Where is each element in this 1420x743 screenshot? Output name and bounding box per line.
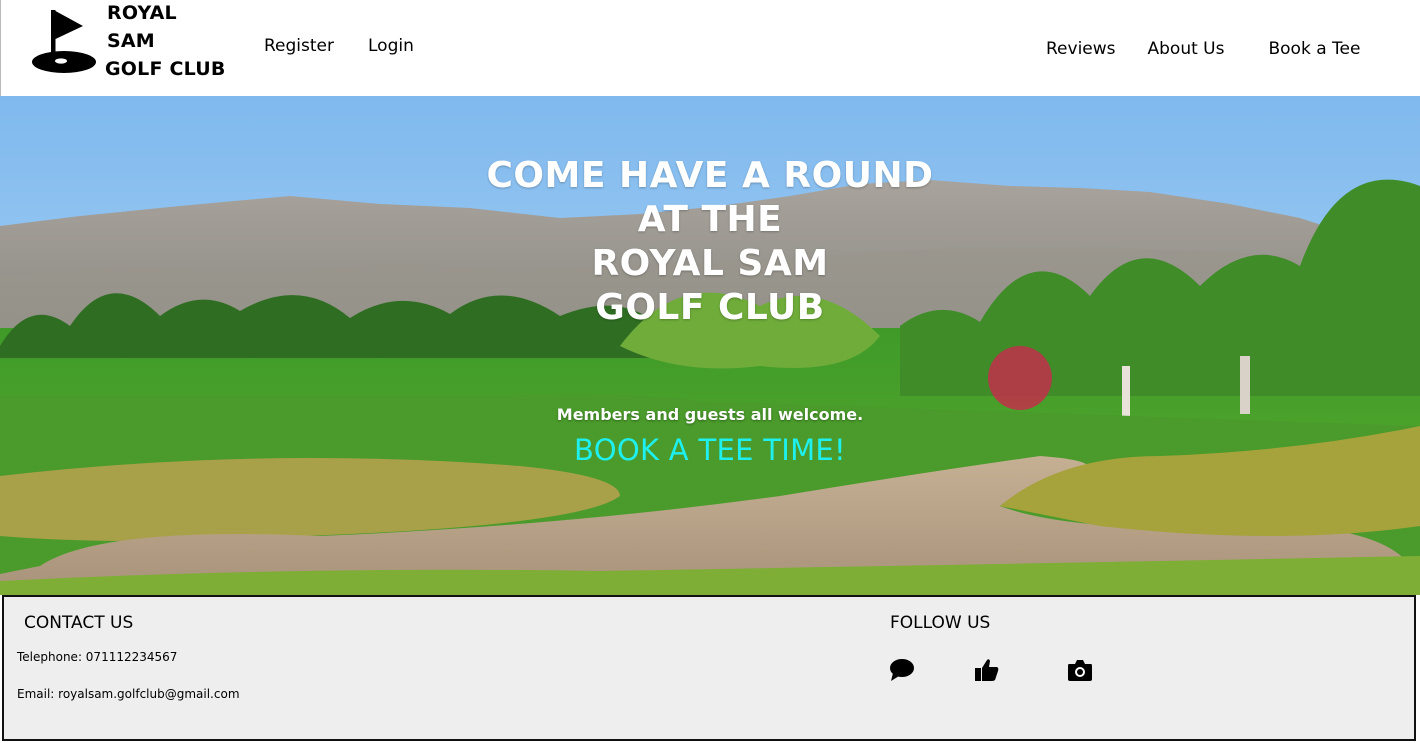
hero-title-line: ROYAL SAM bbox=[591, 243, 829, 284]
logo-line-1: ROYAL SAM bbox=[107, 2, 177, 52]
nav-book-tee-link[interactable]: Book a Tee bbox=[1268, 39, 1360, 59]
golf-flag-icon bbox=[32, 10, 96, 73]
hero-banner: COME HAVE A ROUND AT THE ROYAL SAM GOLF … bbox=[0, 96, 1420, 595]
book-tee-time-link[interactable]: BOOK A TEE TIME! bbox=[574, 433, 846, 467]
logo-text: ROYAL SAM GOLF CLUB bbox=[105, 0, 231, 83]
camera-icon[interactable] bbox=[1066, 657, 1094, 683]
nav-right: Reviews About Us Book a Tee bbox=[1046, 39, 1360, 59]
nav-login-link[interactable]: Login bbox=[368, 36, 414, 56]
contact-email: Email: royalsam.golfclub@gmail.com bbox=[17, 687, 240, 701]
hero-cta: BOOK A TEE TIME! bbox=[0, 433, 1420, 467]
nav-register-link[interactable]: Register bbox=[264, 36, 334, 56]
contact-telephone: Telephone: 071112234567 bbox=[17, 650, 178, 664]
hero-title: COME HAVE A ROUND AT THE ROYAL SAM GOLF … bbox=[0, 154, 1420, 330]
hero-subtitle: Members and guests all welcome. bbox=[556, 405, 864, 424]
site-header: ROYAL SAM GOLF CLUB Register Login Revie… bbox=[0, 0, 1420, 96]
thumbs-up-icon[interactable] bbox=[973, 657, 1001, 683]
hero-title-line: AT THE bbox=[637, 199, 783, 240]
site-footer: CONTACT US Telephone: 071112234567 Email… bbox=[2, 595, 1416, 741]
site-logo[interactable]: ROYAL SAM GOLF CLUB bbox=[31, 2, 231, 80]
hero-title-line: COME HAVE A ROUND bbox=[486, 155, 934, 196]
comment-icon[interactable] bbox=[888, 657, 916, 683]
hero-title-line: GOLF CLUB bbox=[595, 287, 825, 328]
contact-title: CONTACT US bbox=[24, 613, 134, 633]
nav-left: Register Login bbox=[264, 36, 414, 56]
follow-title: FOLLOW US bbox=[890, 613, 991, 633]
nav-about-link[interactable]: About Us bbox=[1148, 39, 1225, 59]
nav-reviews-link[interactable]: Reviews bbox=[1046, 39, 1116, 59]
logo-line-2: GOLF CLUB bbox=[105, 58, 226, 80]
